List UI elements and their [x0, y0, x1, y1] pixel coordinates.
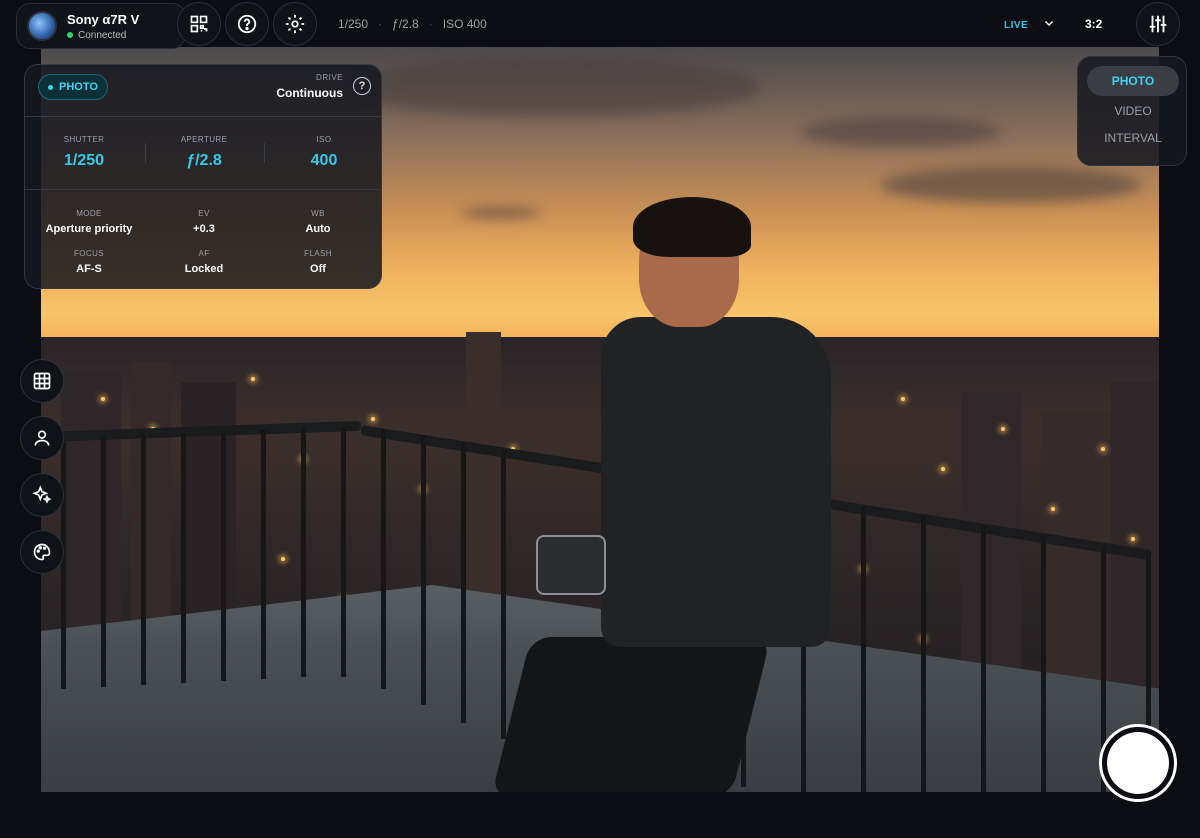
iso-stat[interactable]: ISO 400 [265, 135, 383, 170]
af-label: AF [198, 249, 210, 258]
flash-label: FLASH [304, 249, 332, 258]
live-dropdown-button[interactable] [1040, 14, 1058, 32]
mode-photo[interactable]: PHOTO [1087, 66, 1179, 96]
cloud [881, 167, 1141, 203]
drive-setting[interactable]: DRIVE Continuous [276, 73, 343, 100]
adjustments-button[interactable] [1136, 2, 1180, 46]
mode-pill-label: PHOTO [59, 81, 98, 93]
cloud [801, 117, 1001, 147]
af-value: Locked [184, 263, 224, 275]
shutter-button-inner [1107, 732, 1169, 794]
mode-interval[interactable]: INTERVAL [1078, 131, 1188, 145]
mode-dot [48, 84, 54, 90]
settings-gear-icon [285, 14, 305, 34]
summary-iso: ISO 400 [442, 17, 487, 31]
wb-label: WB [311, 209, 325, 218]
palette-icon [33, 543, 51, 561]
grid-overlay-button[interactable] [20, 359, 64, 403]
ev-label: EV [198, 209, 210, 218]
person-icon [34, 430, 50, 446]
ev-stat[interactable]: EV +0.3 [144, 209, 264, 235]
ev-value: +0.3 [193, 223, 215, 235]
wb-value: Auto [305, 223, 331, 235]
aperture-value: ƒ/2.8 [186, 152, 222, 169]
device-status-label: Connected [78, 29, 127, 41]
drive-help-button[interactable]: ? [353, 77, 371, 95]
focus-stat[interactable]: FOCUS AF-S [29, 249, 149, 275]
capture-mode-selector: PHOTO VIDEO INTERVAL [1077, 56, 1187, 166]
qr-code-icon [190, 15, 208, 33]
summary-shutter: 1/250 [338, 17, 369, 31]
mode-video[interactable]: VIDEO [1078, 104, 1188, 118]
sparkles-icon [32, 485, 52, 504]
device-name: Sony α7R V [67, 11, 140, 27]
aspect-ratio-selector[interactable]: 3:2 [1085, 17, 1102, 31]
device-avatar [27, 11, 57, 41]
flash-stat[interactable]: FLASH Off [258, 249, 378, 275]
sliders-icon [1149, 15, 1167, 33]
mode-value: Aperture priority [45, 223, 133, 235]
shutter-button[interactable] [1099, 724, 1177, 802]
flash-value: Off [310, 263, 326, 275]
device-chip[interactable]: Sony α7R V Connected [16, 3, 186, 49]
cloud [341, 57, 761, 117]
iso-value: 400 [310, 152, 338, 169]
summary-aperture: ƒ/2.8 [392, 17, 419, 31]
mode-label: MODE [76, 209, 102, 218]
shutter-value: 1/250 [63, 152, 105, 169]
help-button[interactable] [225, 2, 269, 46]
focus-value: AF-S [76, 263, 102, 275]
settings-button[interactable] [273, 2, 317, 46]
drive-label: DRIVE [316, 73, 343, 82]
connected-dot [67, 32, 73, 38]
af-stat[interactable]: AF Locked [144, 249, 264, 275]
summary-separator: · [378, 17, 383, 31]
device-status: Connected [67, 30, 139, 41]
face-detect-button[interactable] [20, 416, 64, 460]
divider [25, 116, 381, 117]
live-indicator: LIVE [1004, 20, 1029, 31]
shutter-label: SHUTTER [63, 135, 105, 144]
wb-stat[interactable]: WB Auto [258, 209, 378, 235]
summary-separator: · [428, 17, 433, 31]
shutter-stat[interactable]: SHUTTER 1/250 [25, 135, 143, 170]
focus-label: FOCUS [74, 249, 104, 258]
camera-settings-panel: PHOTO DRIVE Continuous ? SHUTTER 1/250 A… [24, 64, 382, 289]
chevron-down-icon [1044, 20, 1054, 27]
aperture-stat[interactable]: APERTURE ƒ/2.8 [145, 135, 263, 170]
mode-stat[interactable]: MODE Aperture priority [29, 209, 149, 235]
ai-enhance-button[interactable] [20, 473, 64, 517]
mode-pill[interactable]: PHOTO [38, 74, 108, 100]
cloud [461, 207, 541, 219]
exposure-summary: 1/250 · ƒ/2.8 · ISO 400 [338, 17, 487, 31]
camera-in-hand [536, 535, 606, 595]
grid-icon [33, 372, 51, 390]
drive-value: Continuous [276, 86, 343, 100]
aperture-label: APERTURE [180, 135, 228, 144]
iso-label: ISO [316, 135, 332, 144]
help-icon [237, 14, 257, 34]
divider [25, 189, 381, 190]
qr-code-button[interactable] [177, 2, 221, 46]
color-profile-button[interactable] [20, 530, 64, 574]
